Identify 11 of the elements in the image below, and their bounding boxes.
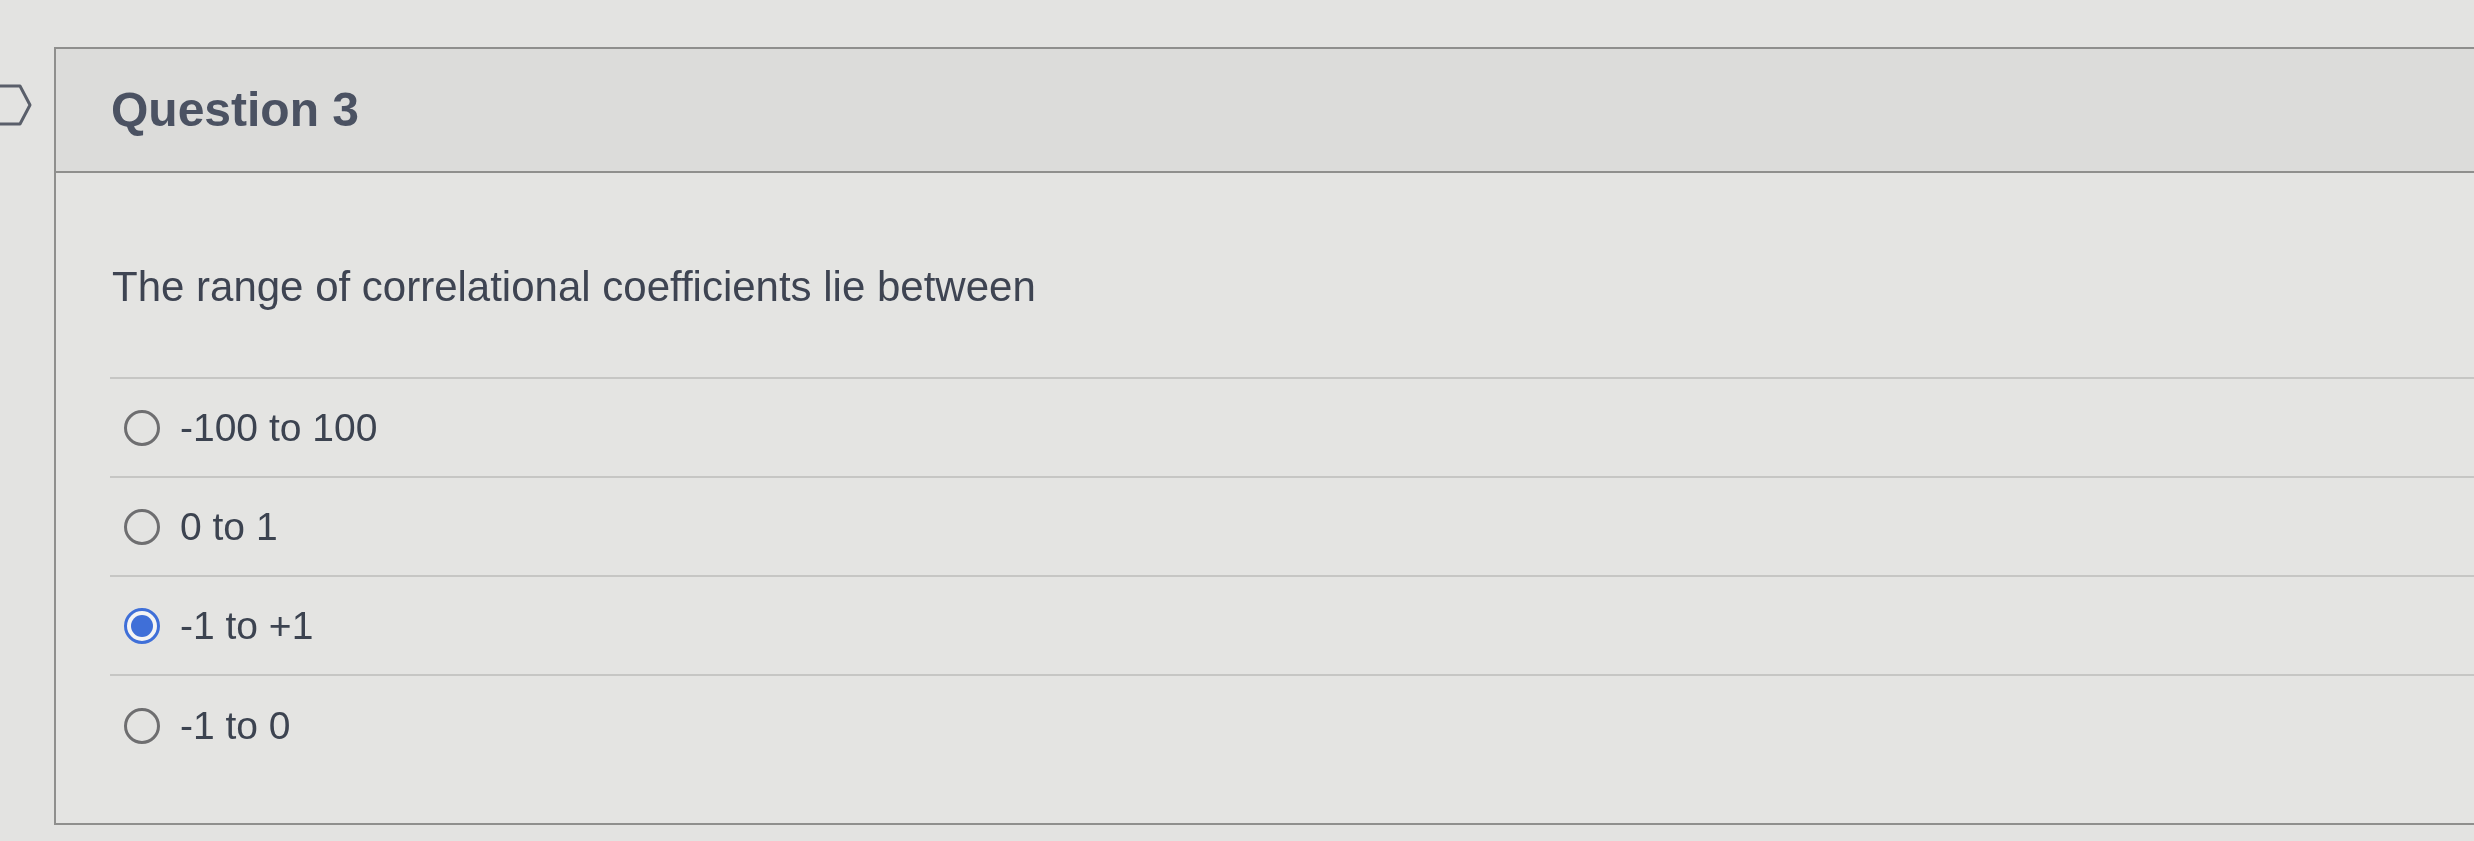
question-title: Question 3: [111, 86, 360, 134]
option-label: -1 to +1: [180, 606, 314, 645]
radio-button[interactable]: [124, 409, 160, 446]
radio-button[interactable]: [124, 707, 160, 744]
radio-button[interactable]: [124, 508, 160, 545]
radio-button[interactable]: [124, 607, 160, 644]
question-text: The range of correlational coefficients lie between: [112, 262, 1036, 312]
option-label: 0 to 1: [180, 507, 278, 546]
option-label: -100 to 100: [180, 408, 378, 447]
tag-icon[interactable]: [0, 84, 32, 126]
option-label: -1 to 0: [180, 706, 291, 745]
